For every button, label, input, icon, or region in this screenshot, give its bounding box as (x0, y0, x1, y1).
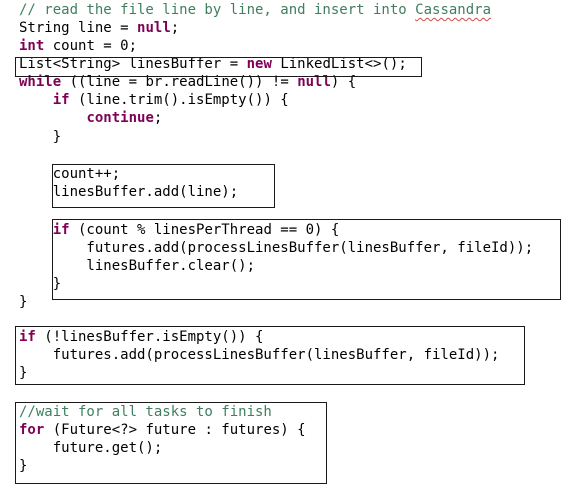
highlight-box-count-and-add (52, 164, 275, 208)
highlight-box-wait-loop (15, 402, 327, 484)
code-line: // read the file line by line, and inser… (19, 1, 491, 19)
code-line: if (line.trim().isEmpty()) { (19, 91, 289, 109)
highlight-box-flush-condition (52, 219, 561, 300)
code-token-comment: // read the file line by line, and inser… (19, 2, 416, 18)
code-token-text: } (19, 294, 28, 310)
code-token-keyword: int (19, 38, 45, 54)
code-line: continue; (19, 109, 162, 127)
code-token-text: ; (170, 20, 180, 36)
code-token-text: count = (44, 38, 121, 54)
code-line: } (19, 128, 61, 146)
code-token-text: ; (128, 38, 138, 54)
code-token-text: String (19, 20, 79, 36)
code-token-text: = (111, 20, 138, 36)
code-token-text: 0 (120, 38, 129, 54)
code-line: int count = 0; (19, 37, 137, 55)
code-line: String line = null; (19, 19, 179, 37)
highlight-box-buffer-declaration (15, 57, 422, 77)
code-token-text: } (19, 129, 62, 145)
code-line: } (19, 293, 27, 311)
code-token-keyword: null (137, 20, 171, 36)
code-token-text: (line.trim().isEmpty()) { (69, 92, 289, 108)
code-token-text: ; (153, 110, 163, 126)
highlight-box-final-flush (15, 326, 525, 385)
code-token-text: line (78, 20, 112, 36)
code-token-comment: Cassandra (415, 2, 492, 18)
code-token-keyword: if (52, 92, 70, 108)
code-token-keyword: continue (86, 110, 154, 126)
